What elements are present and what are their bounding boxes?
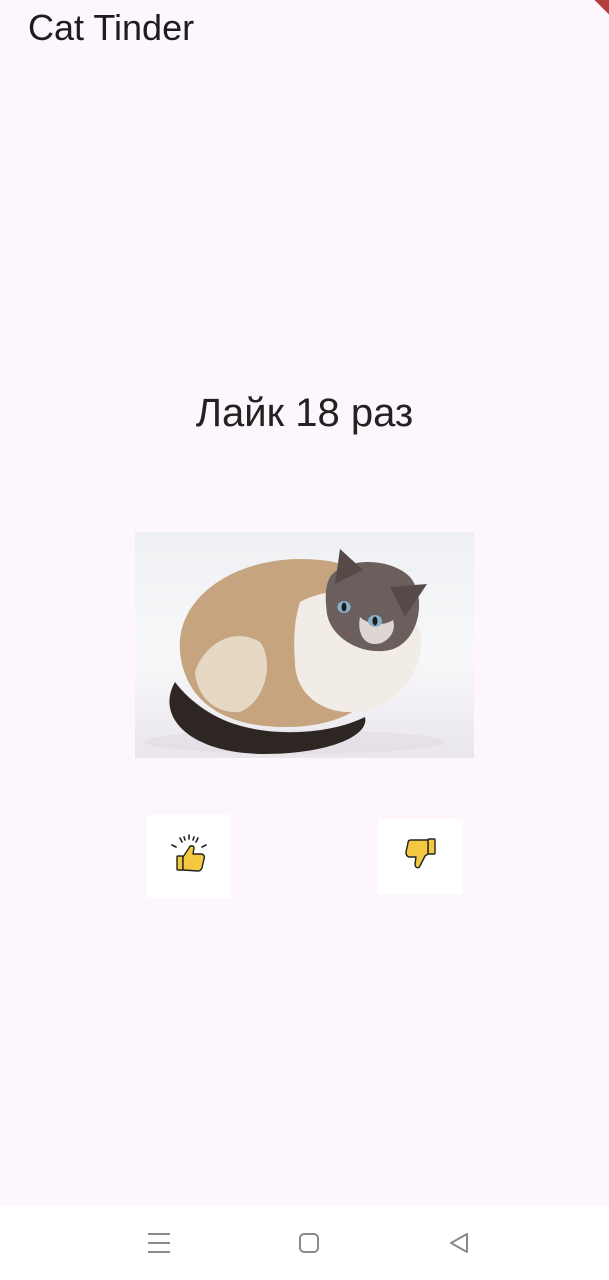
- system-navigation-bar: [0, 1206, 609, 1280]
- back-button[interactable]: [444, 1230, 474, 1260]
- dislike-button[interactable]: [378, 819, 463, 894]
- back-icon: [448, 1232, 470, 1259]
- cat-photo: [135, 532, 474, 758]
- debug-banner: [569, 0, 609, 40]
- menu-icon: [147, 1232, 171, 1259]
- app-title: Cat Tinder: [28, 7, 195, 48]
- menu-button[interactable]: [144, 1230, 174, 1260]
- like-counter-text: Лайк 18 раз: [195, 391, 414, 435]
- thumbs-up-icon: [169, 834, 209, 879]
- home-button[interactable]: [294, 1230, 324, 1260]
- thumbs-down-icon: [403, 836, 439, 877]
- like-button[interactable]: [147, 815, 231, 898]
- home-icon: [298, 1232, 320, 1259]
